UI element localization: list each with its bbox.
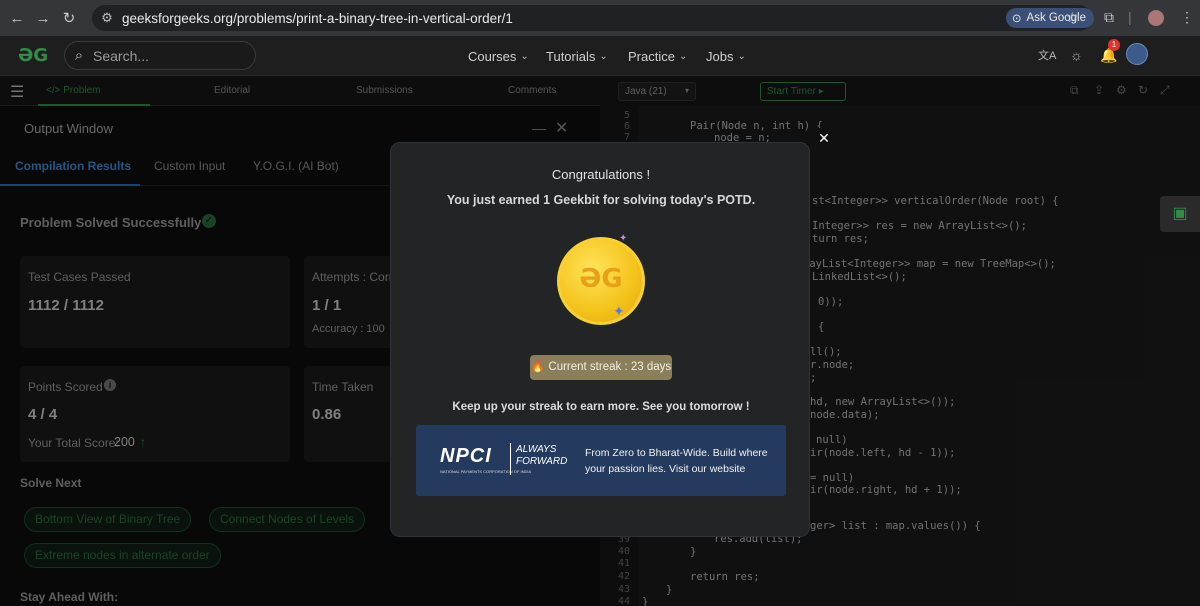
more-menu-icon[interactable]: ⋮ [1180, 9, 1194, 26]
chat-icon[interactable]: ▣ [1160, 196, 1200, 232]
gfg-logo[interactable]: ƏG [18, 44, 54, 68]
menu-practice[interactable]: Practice ⌄ [628, 36, 687, 76]
menu-label: Tutorials [546, 48, 596, 64]
menu-label: Practice [628, 48, 675, 64]
menu-jobs[interactable]: Jobs ⌄ [706, 36, 746, 76]
menu-label: Jobs [706, 48, 734, 64]
bookmark-star-icon[interactable]: ☆ [1066, 9, 1079, 26]
chevron-down-icon: ⌄ [737, 50, 746, 62]
sparkle-icon: ✦ [613, 303, 625, 319]
menu-label: Courses [468, 48, 517, 64]
theme-toggle-icon[interactable]: ☼ [1070, 47, 1083, 63]
search-icon: ⌕ [74, 47, 84, 64]
back-icon[interactable]: ← [4, 10, 30, 27]
fire-icon: 🔥 [530, 361, 546, 373]
ask-google-button[interactable]: ⊙ Ask Google [1005, 8, 1094, 28]
profile-avatar[interactable] [1148, 10, 1164, 26]
geekbit-coin-icon: ƏG [557, 237, 645, 325]
chevron-down-icon: ⌄ [599, 50, 608, 62]
site-settings-icon[interactable]: ⚙ [92, 10, 122, 26]
banner-text: From Zero to Bharat-Wide. Build where yo… [585, 447, 768, 475]
menu-tutorials[interactable]: Tutorials ⌄ [546, 36, 608, 76]
banner-divider [510, 443, 511, 475]
chevron-down-icon: ⌄ [678, 50, 688, 62]
streak-text: Current streak : 23 days [548, 361, 672, 373]
site-header: ƏG ⌕ Search... Courses ⌄ Tutorials ⌄ Pract… [0, 36, 1200, 76]
npci-logo-subtext: NATIONAL PAYMENTS CORPORATION OF INDIA [440, 469, 532, 474]
extensions-icon[interactable]: ⧉ [1104, 9, 1114, 26]
keep-streak-text: Keep up your streak to earn more. See yo… [452, 401, 750, 413]
user-avatar[interactable] [1126, 43, 1148, 65]
always-forward-logo: ALWAYS FORWARD [516, 444, 567, 468]
notification-badge: 1 [1108, 39, 1120, 51]
search-input[interactable]: ⌕ Search... [64, 41, 256, 70]
search-placeholder: Search... [93, 47, 150, 64]
menu-courses[interactable]: Courses ⌄ [468, 36, 529, 76]
lens-icon: ⊙ [1011, 13, 1022, 25]
tagline-line-2: FORWARD [516, 456, 568, 467]
close-modal-button[interactable]: ✕ [813, 127, 835, 149]
reload-icon[interactable]: ↻ [56, 9, 82, 27]
chevron-down-icon: ⌄ [520, 50, 529, 62]
congratulations-modal: Congratulations ! You just earned 1 Geek… [390, 142, 810, 537]
tagline-line-1: ALWAYS [516, 444, 557, 455]
streak-badge: 🔥 Current streak : 23 days [530, 355, 672, 380]
url-text: geeksforgeeks.org/problems/print-a-binar… [122, 10, 513, 26]
translate-icon[interactable]: 文A [1038, 47, 1056, 63]
divider: | [1128, 9, 1132, 25]
modal-title: Congratulations ! [551, 167, 651, 182]
npci-logo: NPCI [440, 445, 492, 467]
npci-banner[interactable]: NPCI NATIONAL PAYMENTS CORPORATION OF IN… [416, 425, 786, 496]
modal-subtitle: You just earned 1 Geekbit for solving to… [446, 193, 756, 207]
address-bar[interactable]: ⚙ geeksforgeeks.org/problems/print-a-bin… [92, 5, 1092, 31]
forward-icon[interactable]: → [30, 10, 56, 27]
sparkle-icon: ✦ [619, 233, 628, 244]
